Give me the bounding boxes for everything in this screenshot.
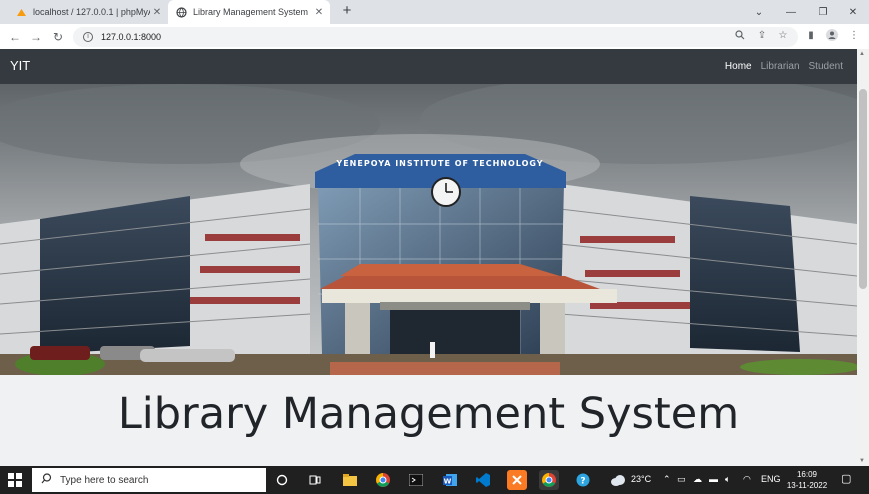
nav-librarian-link[interactable]: Librarian [761, 61, 800, 72]
taskbar-clock[interactable]: 16:09 13-11-2022 [784, 469, 830, 491]
scrollbar-thumb[interactable] [859, 89, 867, 289]
menu-icon[interactable]: ⋮ [847, 28, 861, 42]
scroll-up-icon[interactable]: ▲ [859, 51, 865, 57]
browser-toolbar: ← → ↻ i 127.0.0.1:8000 ⇪ ☆ ▮ ⋮ [0, 24, 869, 49]
clock-time: 16:09 [796, 470, 818, 479]
zoom-icon[interactable] [733, 28, 747, 42]
tab-title: localhost / 127.0.0.1 | phpMyAdm [33, 7, 150, 17]
back-button[interactable]: ← [6, 28, 24, 46]
forward-button[interactable]: → [27, 28, 45, 46]
help-icon[interactable]: ? [573, 470, 593, 490]
terminal-icon[interactable] [406, 470, 426, 490]
url-text: 127.0.0.1:8000 [101, 32, 162, 42]
tab-title: Library Management System [193, 7, 309, 17]
taskbar-search-box[interactable]: Type here to search [32, 468, 266, 492]
windows-taskbar: Type here to search W ? 23°C ⌃ ▭ ☁ ▬ 🔈︎ … [0, 466, 869, 494]
svg-text:?: ? [580, 477, 585, 487]
vscode-icon[interactable] [473, 470, 493, 490]
chrome-active-icon[interactable] [539, 470, 559, 490]
page-heading: Library Management System [117, 389, 740, 439]
scroll-down-icon[interactable]: ▼ [859, 458, 865, 464]
clock-date: 13-11-2022 [786, 481, 828, 490]
close-tab-icon[interactable]: ✕ [150, 7, 164, 18]
chrome-icon[interactable] [373, 470, 393, 490]
close-tab-icon[interactable]: ✕ [312, 7, 326, 18]
page-scrollbar[interactable]: ▲ ▼ [857, 49, 869, 466]
hero-building-image: YENEPOYA INSTITUTE OF TECHNOLOGY [0, 84, 857, 375]
nav-student-link[interactable]: Student [809, 61, 843, 72]
search-placeholder: Type here to search [60, 474, 149, 486]
close-window-button[interactable]: ✕ [837, 0, 869, 24]
tab-library-management[interactable]: Library Management System ✕ [168, 0, 330, 24]
windows-start-icon[interactable] [8, 473, 22, 487]
address-bar[interactable]: i 127.0.0.1:8000 [73, 27, 798, 47]
page-viewport: YIT Home Librarian Student YENEPOYA INST… [0, 49, 869, 466]
search-icon [41, 473, 52, 487]
network-icon[interactable]: ▭ [677, 474, 686, 485]
wifi-icon[interactable]: ◠ [743, 474, 751, 485]
tab-phpmyadmin[interactable]: localhost / 127.0.0.1 | phpMyAdm ✕ [8, 0, 168, 24]
side-panel-icon[interactable]: ▮ [804, 28, 818, 42]
svg-text:W: W [444, 478, 452, 486]
minimize-button[interactable]: — [775, 0, 807, 24]
profile-avatar-icon[interactable] [825, 28, 839, 42]
language-indicator[interactable]: ENG [761, 474, 781, 484]
site-info-icon[interactable]: i [83, 32, 93, 42]
brand-logo-text[interactable]: YIT [10, 58, 30, 73]
bookmark-star-icon[interactable]: ☆ [776, 28, 790, 42]
weather-temperature[interactable]: 23°C [631, 474, 651, 484]
nav-links: Home Librarian Student [725, 61, 843, 72]
restore-button[interactable]: ❐ [807, 0, 839, 24]
chevron-up-icon[interactable]: ⌃ [663, 474, 671, 485]
cortana-icon[interactable] [272, 470, 292, 490]
monitor-icon[interactable]: ▬ [709, 474, 718, 484]
weather-cloud-icon[interactable] [608, 470, 628, 490]
task-view-icon[interactable] [305, 470, 325, 490]
word-icon[interactable]: W [440, 470, 460, 490]
share-icon[interactable]: ⇪ [755, 28, 769, 42]
new-tab-button[interactable]: + [338, 2, 356, 20]
volume-icon[interactable]: 🔈︎ [725, 474, 730, 485]
site-navbar: YIT Home Librarian Student [0, 49, 857, 84]
tab-search-icon[interactable]: ⌄ [743, 0, 775, 24]
xampp-icon[interactable] [507, 470, 527, 490]
nav-home-link[interactable]: Home [725, 61, 752, 72]
browser-tab-strip: localhost / 127.0.0.1 | phpMyAdm ✕ Libra… [0, 0, 869, 24]
onedrive-icon[interactable]: ☁ [693, 474, 702, 485]
notification-icon[interactable]: ▢ [841, 472, 851, 485]
file-explorer-icon[interactable] [340, 470, 360, 490]
hero-sign-text: YENEPOYA INSTITUTE OF TECHNOLOGY [335, 159, 543, 168]
globe-icon [176, 6, 187, 18]
reload-button[interactable]: ↻ [49, 28, 67, 46]
phpmyadmin-icon [16, 7, 27, 18]
